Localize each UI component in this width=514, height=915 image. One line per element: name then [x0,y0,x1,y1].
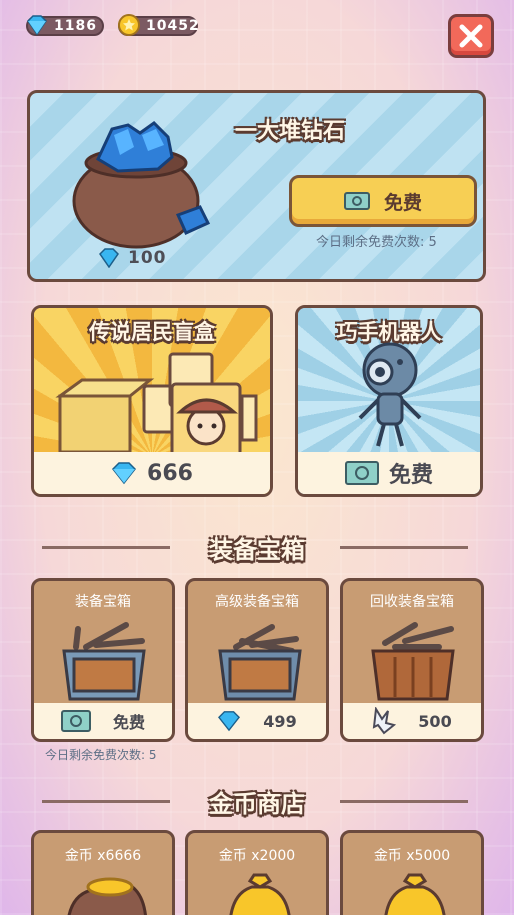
coin-offer-name: 金币 x2000 [218,848,296,864]
card-price: 666 [34,452,270,494]
coin-counter: 10452 [118,14,200,36]
handy-robot-card[interactable]: 巧手机器人 免费 [295,305,483,497]
diamond-icon [218,711,241,732]
crystal-shard-icon [373,707,397,735]
close-button[interactable] [448,14,494,58]
chest-icon [62,622,146,701]
diamond-icon [112,462,137,485]
coin-offer-name: 金币 x5000 [373,848,451,864]
offer-amount: 100 [98,248,167,268]
chest-price: 499 [188,703,326,739]
chest-price: 免费 [34,703,172,739]
free-claim-label: 免费 [383,191,422,214]
coin-offer-card[interactable]: 金币 x2000 [185,830,329,915]
chest-price-value: 500 [418,711,452,731]
chest-free-remaining-note: 今日剩余免费次数: 5 [45,748,157,762]
coin-icon [118,14,140,36]
coin-offer-name: 金币 x6666 [64,848,142,864]
coin-offer-card[interactable]: 金币 x5000 [340,830,484,915]
chest-name: 装备宝箱 [75,594,131,610]
mystery-box-icon [55,352,258,456]
diamond-count: 1186 [54,18,97,34]
chest-icon [371,622,455,701]
legend-resident-box-card[interactable]: 传说居民盲盒 666 [31,305,273,497]
free-claim-button[interactable]: 免费 [289,175,477,227]
ticket-icon [344,461,379,485]
chest-price-value: 499 [263,711,297,731]
diamond-icon [27,15,47,36]
diamond-pile-offer[interactable]: 一大堆钻石 免费 今日剩余免费次数: 5 100 [27,90,486,282]
card-price: 免费 [298,452,480,494]
free-remaining-note: 今日剩余免费次数: 5 [316,235,437,250]
ticket-icon [60,710,91,732]
diamond-icon [99,248,119,268]
chest-price-value: 免费 [112,713,145,732]
coin-count: 10452 [146,18,200,34]
equipment-section-title: 装备宝箱 [209,536,305,564]
coin-bag-icon [67,877,147,915]
shop-screen: 1186 10452 一大堆钻石 免费 今日剩余免费次数: 5 100 传说居民… [0,0,514,915]
diamond-sack-icon [72,121,211,249]
card-price-value: 666 [147,460,193,486]
coin-section-title: 金币商店 [209,790,305,818]
robot-icon [358,342,422,447]
close-icon [459,24,483,48]
recycle-equipment-chest-card[interactable]: 回收装备宝箱 500 [340,578,484,742]
offer-title: 一大堆钻石 [235,119,346,144]
equipment-chest-card[interactable]: 装备宝箱 免费 [31,578,175,742]
chest-name: 回收装备宝箱 [370,594,454,610]
card-price-value: 免费 [388,463,433,488]
offer-amount-value: 100 [128,248,167,268]
ticket-icon [343,192,370,210]
chest-icon [218,624,302,701]
chest-name: 高级装备宝箱 [215,594,299,610]
coin-bag-icon [384,873,446,915]
card-title: 传说居民盲盒 [89,320,215,344]
diamond-counter: 1186 [26,15,104,36]
coin-bag-icon [229,873,291,915]
chest-price: 500 [343,703,481,739]
advanced-equipment-chest-card[interactable]: 高级装备宝箱 499 [185,578,329,742]
coin-offer-card[interactable]: 金币 x6666 [31,830,175,915]
